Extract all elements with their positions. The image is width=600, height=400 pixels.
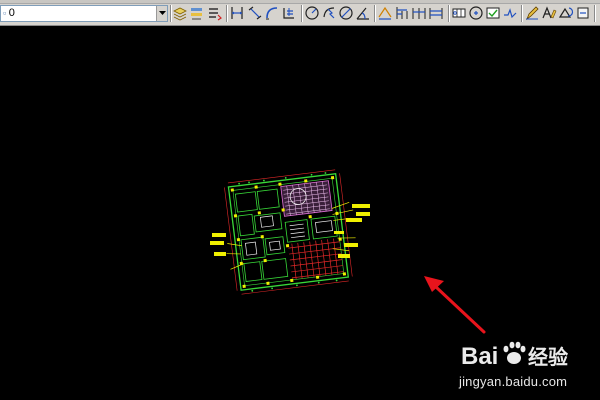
layer-properties-icon[interactable] [172,5,188,21]
layer-previous-icon[interactable] [206,5,222,21]
watermark-brand-suffix: 经验 [528,345,568,369]
toolbar-separator [448,5,449,22]
dim-jogged-icon[interactable] [321,5,337,21]
toolbar-separator [594,5,595,22]
dim-radius-icon[interactable] [304,5,320,21]
layer-select[interactable]: ▫ 0 [0,5,168,22]
inspect-icon[interactable] [485,5,501,21]
toolbar-separator [170,5,171,22]
dim-continue-icon[interactable] [411,5,427,21]
watermark-brand-text: Bai [461,343,498,370]
toolbar-top-border [0,0,600,4]
baidu-paw-icon [503,341,526,364]
dim-aligned-icon[interactable] [247,5,263,21]
dim-space-icon[interactable] [428,5,444,21]
center-mark-icon[interactable] [468,5,484,21]
layer-select-value: 0 [8,7,15,19]
dim-linear-icon[interactable] [229,5,245,21]
dim-update-icon[interactable] [558,5,574,21]
toolbar-separator [226,5,227,22]
jogged-linear-icon[interactable] [502,5,518,21]
baidu-jingyan-watermark: Bai 经验 [461,341,568,370]
layer-state-icon[interactable] [189,5,205,21]
dim-baseline-icon[interactable] [394,5,410,21]
dim-text-edit-icon[interactable] [541,5,557,21]
toolbar-separator [301,5,302,22]
dimension-toolbar: ▫ 0 [0,0,600,26]
dim-ordinate-icon[interactable] [281,5,297,21]
dim-quick-icon[interactable] [377,5,393,21]
toolbar-separator [521,5,522,22]
dim-arc-icon[interactable] [264,5,280,21]
watermark-url: jingyan.baidu.com [459,374,568,389]
tolerance-icon[interactable] [451,5,467,21]
dim-diameter-icon[interactable] [338,5,354,21]
dim-angular-icon[interactable] [355,5,371,21]
toolbar-separator [374,5,375,22]
dim-style-icon[interactable] [575,5,591,21]
layer-dropdown-icon[interactable] [156,6,167,21]
dim-edit-icon[interactable] [524,5,540,21]
